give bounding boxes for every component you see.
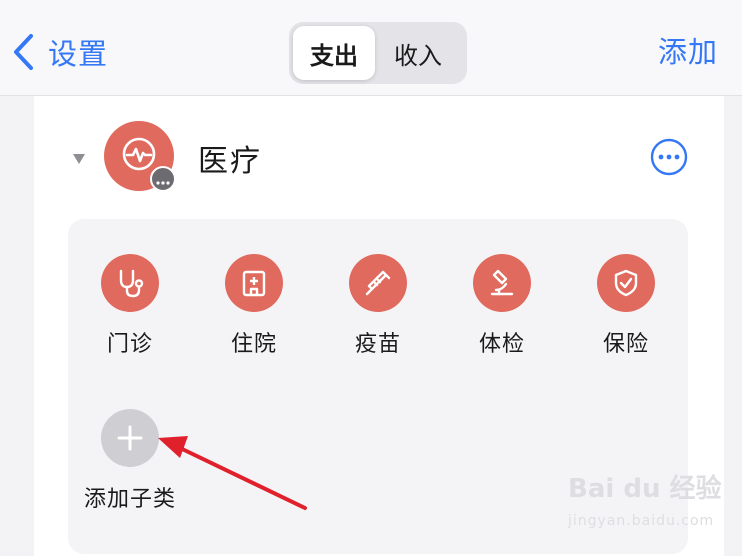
heartbeat-icon [121,136,157,176]
subcategory-label: 住院 [230,332,277,357]
subcategory-label: 疫苗 [354,332,401,357]
ellipsis-icon [156,170,170,189]
subcategory-item[interactable]: 门诊 [75,254,185,358]
back-button[interactable]: 设置 [12,30,108,74]
watermark-url: jingyan.baidu.com [568,513,715,529]
stethoscope-icon [101,254,159,312]
syringe-icon [349,254,407,312]
watermark-logo: Bai du 经验 [568,474,722,504]
add-button[interactable]: 添加 [658,30,718,74]
microscope-icon [473,254,531,312]
subcategory-label: 体检 [478,332,525,357]
segment-income[interactable]: 收入 [377,26,459,80]
subcategory-item[interactable]: 住院 [199,254,309,358]
subcategory-item[interactable]: 保险 [571,254,681,358]
navigation-bar: 设置 支出 收入 添加 [0,0,742,96]
disclosure-triangle-icon[interactable] [72,150,86,169]
segment-expense[interactable]: 支出 [293,26,375,80]
add-subcategory-label: 添加子类 [83,487,176,512]
add-subcategory-button[interactable]: 添加子类 [75,409,185,513]
subcategory-label: 保险 [602,332,649,357]
shield-check-icon [597,254,655,312]
subcategory-item[interactable]: 疫苗 [323,254,433,358]
back-label: 设置 [48,37,109,71]
plus-icon [101,409,159,467]
chevron-left-icon [12,34,34,70]
ellipsis-circle-icon[interactable] [650,138,688,180]
subcategory-label: 门诊 [106,332,153,357]
hospital-bed-icon [225,254,283,312]
subcategory-item[interactable]: 体检 [447,254,557,358]
category-badge[interactable] [150,166,176,192]
category-title: 医疗 [198,144,262,179]
segmented-control: 支出 收入 [289,22,467,84]
